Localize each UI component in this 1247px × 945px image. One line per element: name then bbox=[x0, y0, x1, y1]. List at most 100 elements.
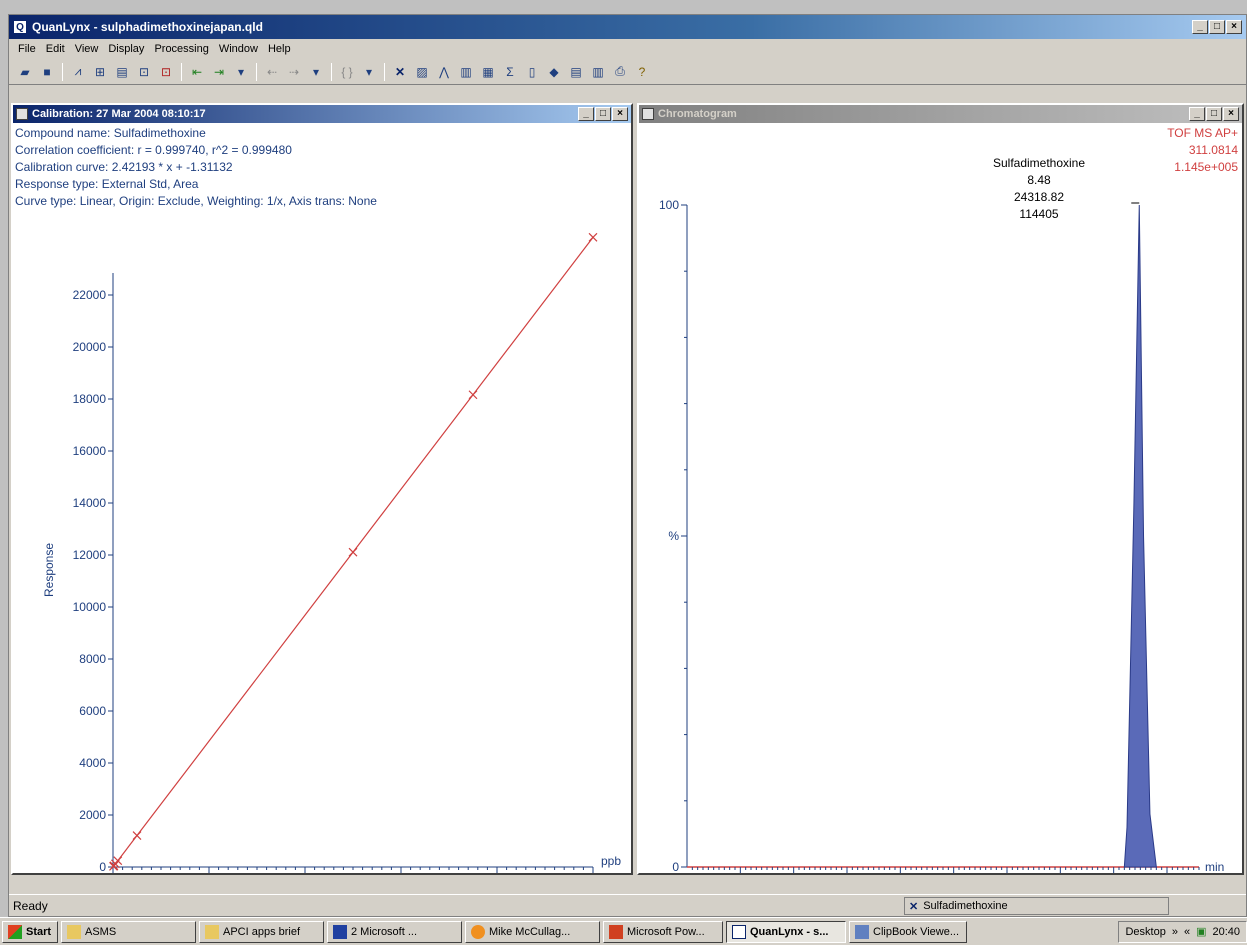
desktop-toolbar[interactable]: Desktop bbox=[1125, 926, 1165, 938]
first-sample-icon[interactable]: ⇤ bbox=[187, 62, 207, 82]
menu-edit[interactable]: Edit bbox=[41, 43, 70, 55]
tile-horizontal-icon[interactable]: ▤ bbox=[566, 62, 586, 82]
print-icon[interactable]: ⎙ bbox=[610, 62, 630, 82]
sample-red-icon[interactable]: ⊡ bbox=[156, 62, 176, 82]
taskbar-item-label: 2 Microsoft ... bbox=[351, 925, 418, 938]
x-tick-label: 5.00 bbox=[942, 872, 966, 873]
tray-expand-icon[interactable]: « bbox=[1184, 926, 1190, 938]
clock[interactable]: 20:40 bbox=[1212, 926, 1240, 938]
dropdown-icon[interactable]: ▾ bbox=[231, 62, 251, 82]
folder-icon bbox=[67, 924, 81, 939]
calibration-point bbox=[109, 861, 119, 871]
chromatogram-plot: 0 100% 1.00 2.00 3.00 4.00 5.00 6.00 7.00 8.00 9.0… bbox=[659, 198, 1224, 873]
minimize-button[interactable]: _ bbox=[1192, 20, 1208, 34]
chromatogram-window-icon bbox=[642, 108, 654, 120]
menu-help[interactable]: Help bbox=[263, 43, 296, 55]
calibration-point bbox=[468, 390, 478, 400]
bracket-icon[interactable]: { } bbox=[337, 62, 357, 82]
x-tick-label: 1.00 bbox=[729, 872, 753, 873]
taskbar-item-word[interactable]: 2 Microsoft ... bbox=[327, 920, 462, 943]
taskbar-item-label: Mike McCullag... bbox=[489, 925, 571, 938]
taskbar-item-label: ClipBook Viewe... bbox=[873, 925, 960, 938]
taskbar-item-clipbook[interactable]: ClipBook Viewe... bbox=[849, 920, 967, 943]
bar-chart-icon[interactable]: ▥ bbox=[456, 62, 476, 82]
peak-rt: 8.48 bbox=[1027, 173, 1051, 187]
compounds-icon[interactable]: ✕ bbox=[390, 62, 410, 82]
x-axis-label: min bbox=[1205, 860, 1224, 873]
y-tick-label: 10000 bbox=[73, 600, 107, 614]
y-tick-label: 12000 bbox=[73, 548, 107, 562]
taskbar-item-powerpoint[interactable]: Microsoft Pow... bbox=[603, 920, 723, 943]
save-icon[interactable]: ■ bbox=[37, 62, 57, 82]
app-titlebar[interactable]: Q QuanLynx - sulphadimethoxinejapan.qld … bbox=[9, 15, 1246, 39]
table-icon[interactable]: ▦ bbox=[478, 62, 498, 82]
help-icon[interactable]: ? bbox=[632, 62, 652, 82]
calibration-view-icon[interactable]: ▨ bbox=[412, 62, 432, 82]
y-tick-label: 100 bbox=[659, 198, 679, 212]
menu-file[interactable]: File bbox=[13, 43, 41, 55]
y-tick-label: 18000 bbox=[73, 392, 107, 406]
windows-logo-icon bbox=[8, 924, 22, 939]
menu-processing[interactable]: Processing bbox=[149, 43, 213, 55]
menu-window[interactable]: Window bbox=[214, 43, 263, 55]
x-tick-label: 2000 bbox=[196, 872, 223, 873]
chevron-icon[interactable]: » bbox=[1172, 926, 1178, 938]
menu-view[interactable]: View bbox=[70, 43, 104, 55]
x-tick-label: 9.00 bbox=[1155, 872, 1179, 873]
x-tick-label: 4.00 bbox=[889, 872, 913, 873]
taskbar-item-label: APCI apps brief bbox=[223, 925, 301, 938]
chromatogram-window[interactable]: Chromatogram _ □ × TOF MS AP+ 311.0814 1… bbox=[637, 103, 1244, 875]
integrate-icon[interactable]: ⩘ bbox=[68, 62, 88, 82]
chromatogram-minimize-button[interactable]: _ bbox=[1189, 107, 1205, 121]
open-folder-icon[interactable]: ▰ bbox=[15, 62, 35, 82]
calibration-window[interactable]: Calibration: 27 Mar 2004 08:10:17 _ □ × … bbox=[11, 103, 633, 875]
calibration-title: Calibration: 27 Mar 2004 08:10:17 bbox=[32, 108, 206, 120]
start-button[interactable]: Start bbox=[2, 920, 58, 943]
statusbar: Ready ✕ Sulfadimethoxine bbox=[9, 894, 1246, 916]
chromatogram-maximize-button[interactable]: □ bbox=[1206, 107, 1222, 121]
book-icon[interactable]: ▯ bbox=[522, 62, 542, 82]
response-type-line: Response type: External Std, Area bbox=[15, 177, 199, 191]
diamond-icon[interactable]: ◆ bbox=[544, 62, 564, 82]
calibration-fit-line bbox=[112, 236, 594, 868]
taskbar-item-quanlynx[interactable]: QuanLynx - s... bbox=[726, 920, 846, 943]
maximize-button[interactable]: □ bbox=[1209, 20, 1225, 34]
sum-icon[interactable]: Σ bbox=[500, 62, 520, 82]
calibration-titlebar[interactable]: Calibration: 27 Mar 2004 08:10:17 _ □ × bbox=[13, 105, 631, 123]
next-sample-icon[interactable]: ⇥ bbox=[209, 62, 229, 82]
curve-type-line: Curve type: Linear, Origin: Exclude, Wei… bbox=[15, 194, 377, 208]
chromatogram-close-button[interactable]: × bbox=[1223, 107, 1239, 121]
y-tick-label: 0 bbox=[672, 860, 679, 873]
network-icon[interactable]: ▣ bbox=[1196, 925, 1206, 938]
clipbook-icon bbox=[855, 924, 869, 939]
calibration-minimize-button[interactable]: _ bbox=[578, 107, 594, 121]
ms-mode-label: TOF MS AP+ bbox=[1167, 126, 1238, 140]
taskbar-item-asms[interactable]: ASMS bbox=[61, 920, 196, 943]
chromatogram-titlebar[interactable]: Chromatogram _ □ × bbox=[639, 105, 1242, 123]
report-icon[interactable]: ▤ bbox=[112, 62, 132, 82]
dropdown3-icon[interactable]: ▾ bbox=[359, 62, 379, 82]
chromatogram-header: TOF MS AP+ 311.0814 1.145e+005 bbox=[1167, 125, 1238, 176]
peak-compound: Sulfadimethoxine bbox=[992, 156, 1086, 170]
x-tick-label: 10000 bbox=[576, 872, 610, 873]
prev-compound-icon[interactable]: ⇠ bbox=[262, 62, 282, 82]
calibration-plot: 0 2000 4000 6000 8000 10000 12000 14000 16000 180… bbox=[42, 232, 621, 873]
taskbar-item-label: QuanLynx - s... bbox=[750, 925, 829, 938]
calibrate-icon[interactable]: ⊞ bbox=[90, 62, 110, 82]
chromatogram-view-icon[interactable]: ⋀ bbox=[434, 62, 454, 82]
calibration-close-button[interactable]: × bbox=[612, 107, 628, 121]
sample-icon[interactable]: ⊡ bbox=[134, 62, 154, 82]
next-compound-icon[interactable]: ⇢ bbox=[284, 62, 304, 82]
tile-vertical-icon[interactable]: ▥ bbox=[588, 62, 608, 82]
dropdown2-icon[interactable]: ▾ bbox=[306, 62, 326, 82]
y-axis-label: % bbox=[668, 529, 679, 543]
y-tick-label: 16000 bbox=[73, 444, 107, 458]
menu-display[interactable]: Display bbox=[103, 43, 149, 55]
peak-area: 24318.82 bbox=[1013, 190, 1065, 204]
taskbar-item-apci[interactable]: APCI apps brief bbox=[199, 920, 324, 943]
close-button[interactable]: × bbox=[1226, 20, 1242, 34]
calibration-maximize-button[interactable]: □ bbox=[595, 107, 611, 121]
taskbar-item-mike[interactable]: Mike McCullag... bbox=[465, 920, 600, 943]
x-tick-label: 4000 bbox=[292, 872, 319, 873]
mass-label: 311.0814 bbox=[1188, 143, 1238, 157]
